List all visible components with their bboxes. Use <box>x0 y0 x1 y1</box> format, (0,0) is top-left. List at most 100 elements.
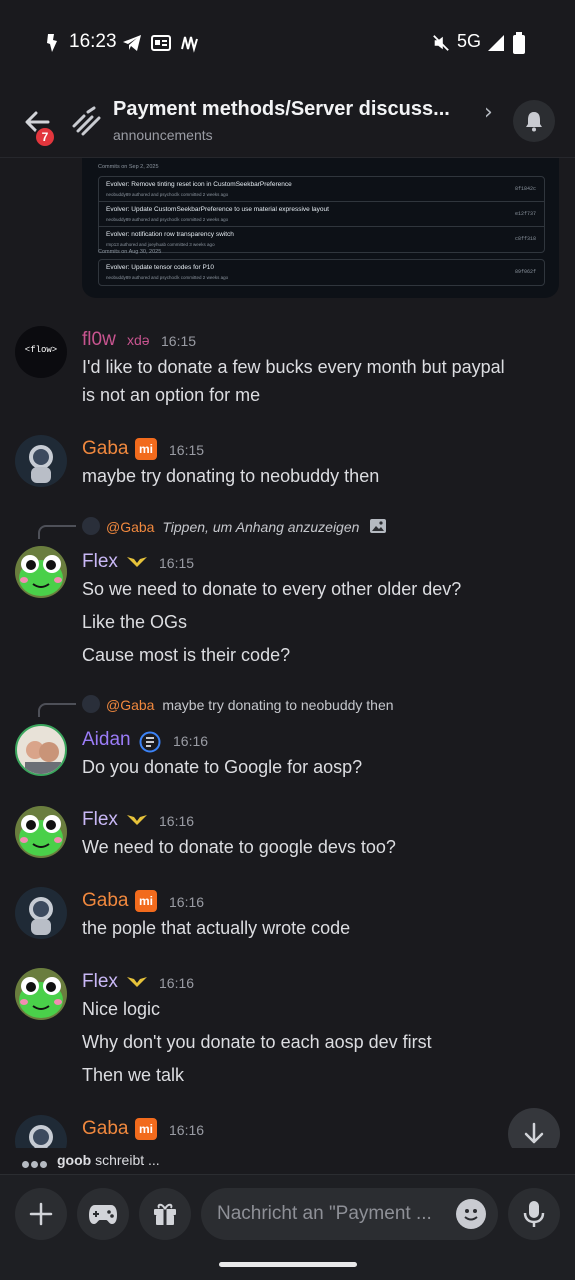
message-input-placeholder: Nachricht an "Payment ... <box>217 1203 432 1224</box>
bell-icon <box>526 112 542 132</box>
commit-row: Evolver: Remove tinting reset icon in Cu… <box>99 177 544 202</box>
avatar[interactable] <box>15 887 67 939</box>
message-text: Then we talk <box>82 1065 185 1085</box>
chevron-right-icon[interactable]: › <box>484 100 493 125</box>
app-notification-icon <box>47 34 57 52</box>
frog-avatar-icon <box>15 806 67 858</box>
avatar[interactable] <box>15 546 67 598</box>
activity-icon <box>181 36 198 53</box>
avatar[interactable] <box>15 968 67 1020</box>
avatar[interactable] <box>15 806 67 858</box>
username[interactable]: Gaba <box>82 1118 128 1140</box>
microphone-icon <box>523 1201 545 1227</box>
user-tag: xdə <box>127 332 150 348</box>
username[interactable]: Gaba <box>82 890 128 912</box>
booster-badge-icon <box>139 731 161 753</box>
commit-sha: c8ff318 <box>514 236 536 242</box>
network-type: 5G <box>457 31 482 51</box>
commit-title: Evolver: Update tensor codes for P10 <box>106 264 215 271</box>
username[interactable]: Gaba <box>82 438 128 460</box>
message-input[interactable]: Nachricht an "Payment ... <box>201 1188 498 1240</box>
commit-meta: neobuddy89 authored and psychoclk commit… <box>106 217 229 222</box>
timestamp: 16:16 <box>169 894 205 910</box>
message-text: I'd like to donate a few bucks every mon… <box>82 357 505 377</box>
unread-badge: 7 <box>34 126 56 148</box>
commit-day-label: Commits on Aug 30, 2025 <box>98 249 162 255</box>
gift-button[interactable] <box>139 1188 191 1240</box>
commit-meta: neobuddy89 authored and psychoclk commit… <box>106 275 229 280</box>
timestamp: 16:16 <box>173 733 209 749</box>
plus-icon <box>29 1202 53 1226</box>
signal-icon <box>488 35 504 51</box>
reply-connector <box>38 703 76 717</box>
message-text: Do you donate to Google for aosp? <box>82 757 363 777</box>
message-feed[interactable]: Commits on Sep 2, 2025 Evolver: Remove t… <box>0 158 575 1148</box>
mi-badge-icon: mi <box>135 438 157 460</box>
message-text: maybe try donating to neobuddy then <box>82 466 380 486</box>
message-text: Like the OGs <box>82 612 188 632</box>
commit-row: Evolver: Update tensor codes for P10 neo… <box>99 260 544 285</box>
commit-group: Evolver: Update tensor codes for P10 neo… <box>98 259 545 286</box>
reply-avatar <box>82 517 100 535</box>
username[interactable]: Flex <box>82 551 118 573</box>
image-attachment[interactable]: Commits on Sep 2, 2025 Evolver: Remove t… <box>82 158 559 298</box>
username[interactable]: Flex <box>82 809 118 831</box>
telegram-icon <box>123 35 141 51</box>
commit-sha: e12f737 <box>514 211 536 217</box>
avatar[interactable] <box>15 724 67 776</box>
avatar[interactable] <box>15 435 67 487</box>
battery-icon <box>513 32 525 54</box>
avatar[interactable] <box>15 1115 67 1148</box>
message-text: is not an option for me <box>82 385 261 405</box>
channel-logo-icon <box>72 106 101 136</box>
wings-badge-icon <box>127 815 147 825</box>
commit-day-label: Commits on Sep 2, 2025 <box>98 164 159 170</box>
activities-button[interactable] <box>77 1188 129 1240</box>
timestamp: 16:16 <box>159 813 195 829</box>
commit-meta: neobuddy89 authored and psychoclk commit… <box>106 192 229 197</box>
smiley-icon <box>464 1209 478 1221</box>
home-indicator[interactable] <box>219 1262 357 1267</box>
commit-sha: 8f1842c <box>514 186 536 192</box>
username[interactable]: Aidan <box>82 729 131 751</box>
astronaut-avatar-icon <box>29 1125 53 1148</box>
typing-indicator: goob schreibt ... <box>20 1148 575 1174</box>
commit-title: Evolver: Remove tinting reset icon in Cu… <box>106 181 292 188</box>
commit-group: Evolver: Remove tinting reset icon in Cu… <box>98 176 545 253</box>
voice-message-button[interactable] <box>508 1188 560 1240</box>
timestamp: 16:16 <box>159 975 195 991</box>
mi-badge-icon: mi <box>135 1118 157 1140</box>
add-attachment-button[interactable] <box>15 1188 67 1240</box>
wings-badge-icon <box>127 977 147 987</box>
message-text: We need to donate to google devs too? <box>82 837 396 857</box>
commit-sha: 89f062f <box>514 269 536 275</box>
reply-username: @Gaba <box>106 697 155 713</box>
username[interactable]: fl0w <box>82 329 116 351</box>
reply-preview[interactable]: @Gaba maybe try donating to neobuddy the… <box>82 695 394 713</box>
avatar[interactable]: <flow> <box>15 326 67 378</box>
commit-title: Evolver: Update CustomSeekbarPreference … <box>106 206 329 213</box>
channel-header: 7 Payment methods/Server discuss... › an… <box>0 86 575 158</box>
username[interactable]: Flex <box>82 971 118 993</box>
reply-text: Tippen, um Anhang anzuzeigen <box>162 519 360 535</box>
reply-preview[interactable]: @Gaba Tippen, um Anhang anzuzeigen <box>82 517 387 535</box>
arrow-down-icon <box>524 1122 544 1144</box>
reply-connector <box>38 525 76 539</box>
emoji-button[interactable] <box>456 1199 486 1229</box>
commit-row: Evolver: Update CustomSeekbarPreference … <box>99 202 544 227</box>
typing-user: goob <box>57 1152 92 1168</box>
notification-bell-button[interactable] <box>513 100 555 142</box>
timestamp: 16:16 <box>169 1122 205 1138</box>
news-icon <box>151 35 171 51</box>
status-bar: 16:23 5G <box>0 0 575 86</box>
mi-badge-icon: mi <box>135 890 157 912</box>
commit-meta: rmp13 authored and joeyhuab committed 3 … <box>106 242 215 247</box>
status-time: 16:23 <box>69 31 117 52</box>
timestamp: 16:15 <box>159 555 195 571</box>
mute-icon <box>433 35 449 51</box>
timestamp: 16:15 <box>161 333 197 349</box>
timestamp: 16:15 <box>169 442 205 458</box>
typing-dots-icon <box>22 1155 49 1171</box>
frog-avatar-icon <box>15 546 67 598</box>
channel-title[interactable]: Payment methods/Server discuss... <box>113 98 483 121</box>
